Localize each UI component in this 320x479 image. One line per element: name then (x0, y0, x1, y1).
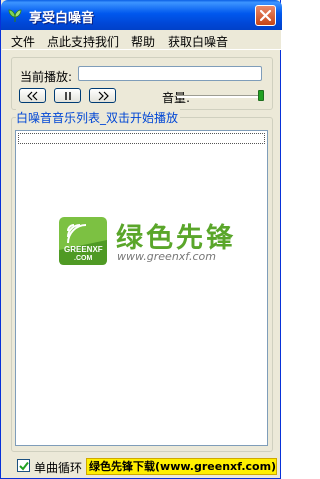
loop-checkbox[interactable] (17, 459, 30, 472)
previous-button[interactable] (19, 88, 46, 103)
watermark-url: www.greenxf.com (117, 250, 216, 263)
rewind-icon (27, 91, 38, 101)
close-icon (259, 9, 272, 22)
menu-get-white-noise[interactable]: 获取白噪音 (168, 33, 228, 50)
volume-slider-thumb[interactable] (258, 90, 264, 101)
now-playing-field (78, 66, 262, 81)
checkmark-icon (19, 461, 29, 471)
volume-slider-track[interactable] (177, 95, 263, 98)
loop-label[interactable]: 单曲循环 (34, 459, 82, 476)
menu-file[interactable]: 文件 (11, 33, 35, 50)
close-button[interactable] (255, 5, 276, 26)
svg-text:.COM: .COM (74, 255, 92, 262)
fast-forward-icon (98, 91, 109, 101)
pause-button[interactable] (54, 88, 81, 103)
menu-help[interactable]: 帮助 (131, 33, 155, 50)
app-window: 享受白噪音 文件 点此支持我们 帮助 获取白噪音 当前播放: 音量: 白噪音音乐… (0, 0, 282, 479)
svg-text:GREENXF: GREENXF (64, 245, 103, 254)
menu-support-us[interactable]: 点此支持我们 (47, 33, 119, 50)
download-banner: 绿色先锋下载(www.greenxf.com) (86, 458, 277, 475)
title-bar[interactable]: 享受白噪音 (1, 0, 282, 30)
window-title: 享受白噪音 (29, 11, 95, 26)
pause-icon (65, 92, 71, 100)
playlist-listbox[interactable] (15, 130, 268, 446)
greenxf-logo: GREENXF .COM (58, 216, 108, 266)
green-leaf-icon (7, 7, 23, 23)
listbox-focus-rect (18, 133, 265, 144)
player-panel: 当前播放: 音量: (11, 57, 273, 110)
now-playing-label: 当前播放: (20, 70, 73, 84)
next-button[interactable] (89, 88, 116, 103)
menu-bar: 文件 点此支持我们 帮助 获取白噪音 (2, 30, 281, 50)
playlist-caption: 白噪音音乐列表_双击开始播放 (16, 109, 181, 126)
